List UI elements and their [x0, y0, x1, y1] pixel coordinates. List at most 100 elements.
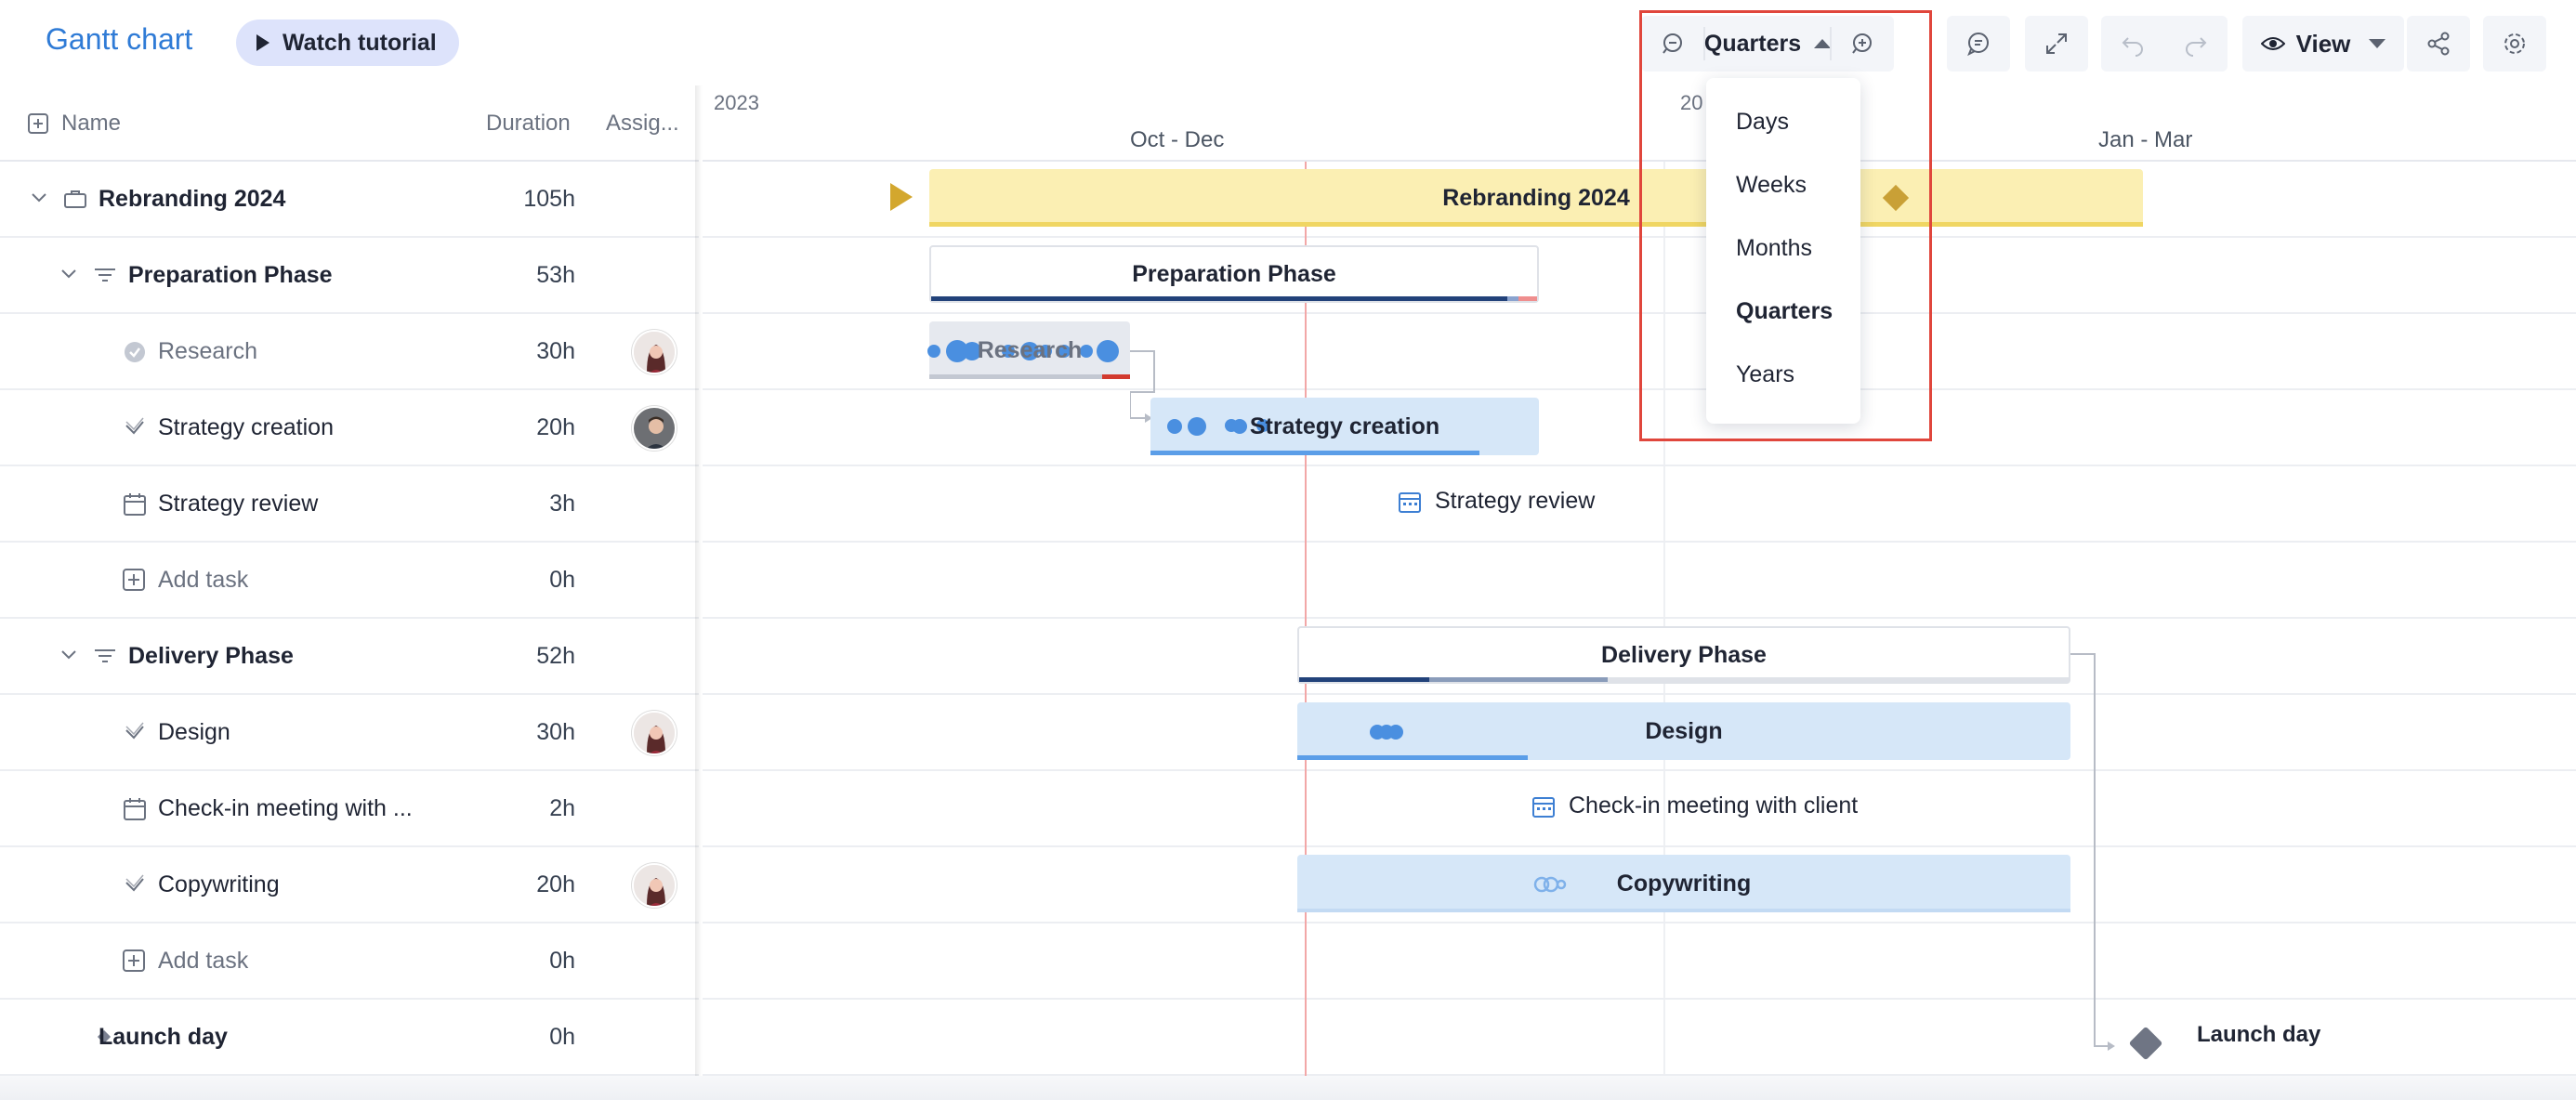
share-button[interactable] — [2407, 16, 2470, 72]
row-gridline — [703, 617, 2576, 619]
watch-tutorial-button[interactable]: Watch tutorial — [236, 20, 459, 66]
task-bar-design[interactable]: Design — [1297, 702, 2070, 760]
meeting-check-in[interactable]: Check-in meeting with client — [1531, 792, 1858, 819]
timeline-quarter: Jan - Mar — [2098, 127, 2193, 152]
project-bar-rebranding-2024[interactable]: Rebranding 2024 — [929, 169, 2143, 227]
grid-row-research[interactable]: Research 30h — [0, 314, 699, 390]
chevron-down-icon[interactable] — [59, 268, 78, 281]
phase-icon — [95, 268, 115, 282]
meeting-strategy-review[interactable]: Strategy review — [1398, 488, 1595, 515]
briefcase-icon — [64, 190, 86, 208]
grid-row-strategy-creation[interactable]: Strategy creation 20h — [0, 390, 699, 466]
grid-row-copywriting[interactable]: Copywriting 20h — [0, 847, 699, 923]
zoom-in-button[interactable] — [1831, 16, 1894, 72]
grid-row-strategy-review[interactable]: Strategy review 3h — [0, 466, 699, 543]
progress-bar — [931, 296, 1507, 301]
row-duration: 3h — [549, 491, 575, 517]
row-duration: 20h — [536, 414, 575, 440]
avatar[interactable] — [632, 863, 677, 908]
row-gridline — [703, 693, 2576, 695]
comment-dot[interactable] — [1232, 419, 1247, 434]
row-duration: 0h — [549, 948, 575, 974]
duration-column-header[interactable]: Duration — [486, 111, 571, 137]
zoom-option-days[interactable]: Days — [1736, 109, 1789, 136]
task-bar-strategy-creation[interactable]: Strategy creation — [1150, 398, 1539, 455]
zoom-option-months[interactable]: Months — [1736, 235, 1812, 262]
zoom-level-select[interactable]: Quarters — [1704, 16, 1832, 72]
dependency-connector[interactable] — [2070, 652, 2126, 1057]
undo-button[interactable] — [2101, 31, 2164, 57]
task-icon — [125, 874, 144, 892]
comment-dot[interactable] — [1167, 419, 1182, 434]
timeline-header-divider — [703, 160, 2576, 162]
avatar[interactable] — [632, 406, 677, 451]
chevron-down-icon[interactable] — [59, 648, 78, 661]
add-square-icon[interactable] — [123, 569, 145, 591]
zoom-out-button[interactable] — [1641, 16, 1704, 72]
meeting-label: Strategy review — [1435, 488, 1596, 514]
row-name: Copywriting — [158, 871, 280, 897]
zoom-option-weeks[interactable]: Weeks — [1736, 172, 1807, 199]
grid-row-launch-day[interactable]: Launch day 0h — [0, 1000, 699, 1076]
redo-button[interactable] — [2164, 31, 2228, 57]
grid-row-design[interactable]: Design 30h — [0, 695, 699, 771]
phase-bar-delivery-phase[interactable]: Delivery Phase — [1297, 626, 2070, 684]
fullscreen-button[interactable] — [2025, 16, 2088, 72]
comment-dot[interactable] — [927, 345, 940, 358]
milestone-label: Launch day — [2197, 1022, 2321, 1047]
avatar[interactable] — [632, 330, 677, 374]
settings-button[interactable] — [2483, 16, 2546, 72]
gantt-timeline[interactable]: 2023 20 Oct - Dec Jan - Mar Rebranding 2… — [703, 85, 2576, 1100]
row-duration: 30h — [536, 719, 575, 745]
grid-row-check-in-meeting[interactable]: Check-in meeting with ... 2h — [0, 771, 699, 847]
view-menu-button[interactable]: View — [2242, 16, 2404, 72]
project-start-icon[interactable] — [888, 181, 914, 213]
task-bar-copywriting[interactable]: Copywriting — [1297, 855, 2070, 912]
add-task-link[interactable]: Add task — [158, 567, 248, 594]
row-duration: 0h — [549, 1024, 575, 1050]
zoom-option-years[interactable]: Years — [1736, 361, 1794, 388]
caret-down-icon — [2369, 39, 2386, 48]
progress-bar — [1299, 677, 1429, 682]
grid-row-delivery-phase[interactable]: Delivery Phase 52h — [0, 619, 699, 695]
add-task-link[interactable]: Add task — [158, 948, 248, 975]
bar-label: Preparation Phase — [1132, 260, 1336, 287]
add-square-icon[interactable] — [123, 949, 145, 972]
phase-bar-preparation-phase[interactable]: Preparation Phase — [929, 245, 1539, 303]
zoom-option-quarters[interactable]: Quarters — [1736, 298, 1833, 325]
timeline-year: 2023 — [714, 91, 759, 114]
avatar[interactable] — [632, 711, 677, 755]
progress-bar — [1297, 755, 1528, 760]
view-label: View — [2295, 29, 2351, 58]
bar-label: Delivery Phase — [1601, 641, 1767, 668]
name-column-header[interactable]: Name — [28, 111, 121, 137]
horizontal-scrollbar[interactable] — [0, 1076, 2576, 1100]
project-end-milestone-icon[interactable] — [1879, 181, 1912, 215]
row-duration: 30h — [536, 338, 575, 364]
assignee-column-header[interactable]: Assig... — [606, 111, 679, 137]
chevron-down-icon[interactable] — [30, 191, 48, 204]
grid-row-rebranding-2024[interactable]: Rebranding 2024 105h — [0, 162, 699, 238]
progress-bar — [1150, 451, 1479, 455]
progress-bar-overdue — [1518, 296, 1537, 301]
row-duration: 0h — [549, 567, 575, 593]
milestone-diamond-icon[interactable] — [2123, 1020, 2169, 1067]
watch-tutorial-label: Watch tutorial — [283, 29, 437, 56]
comments-button[interactable] — [1947, 16, 2010, 72]
grid-divider[interactable] — [695, 85, 703, 1100]
comment-icon — [1967, 33, 1989, 57]
comment-dot[interactable] — [1097, 340, 1119, 362]
comment-dot[interactable] — [1188, 417, 1206, 436]
row-gridline — [703, 465, 2576, 466]
assignee-dots-icon[interactable] — [1533, 875, 1572, 894]
comment-dot[interactable] — [1388, 725, 1403, 740]
grid-row-preparation-phase[interactable]: Preparation Phase 53h — [0, 238, 699, 314]
check-circle-icon — [125, 342, 145, 362]
row-duration: 52h — [536, 643, 575, 669]
name-column-label: Name — [61, 111, 122, 136]
grid-row-add-task[interactable]: Add task 0h — [0, 543, 699, 619]
grid-row-add-task[interactable]: Add task 0h — [0, 923, 699, 1000]
top-bar: Gantt chart Watch tutorial Quarters View — [0, 0, 2576, 85]
add-square-icon[interactable] — [28, 113, 48, 134]
row-gridline — [703, 312, 2576, 314]
